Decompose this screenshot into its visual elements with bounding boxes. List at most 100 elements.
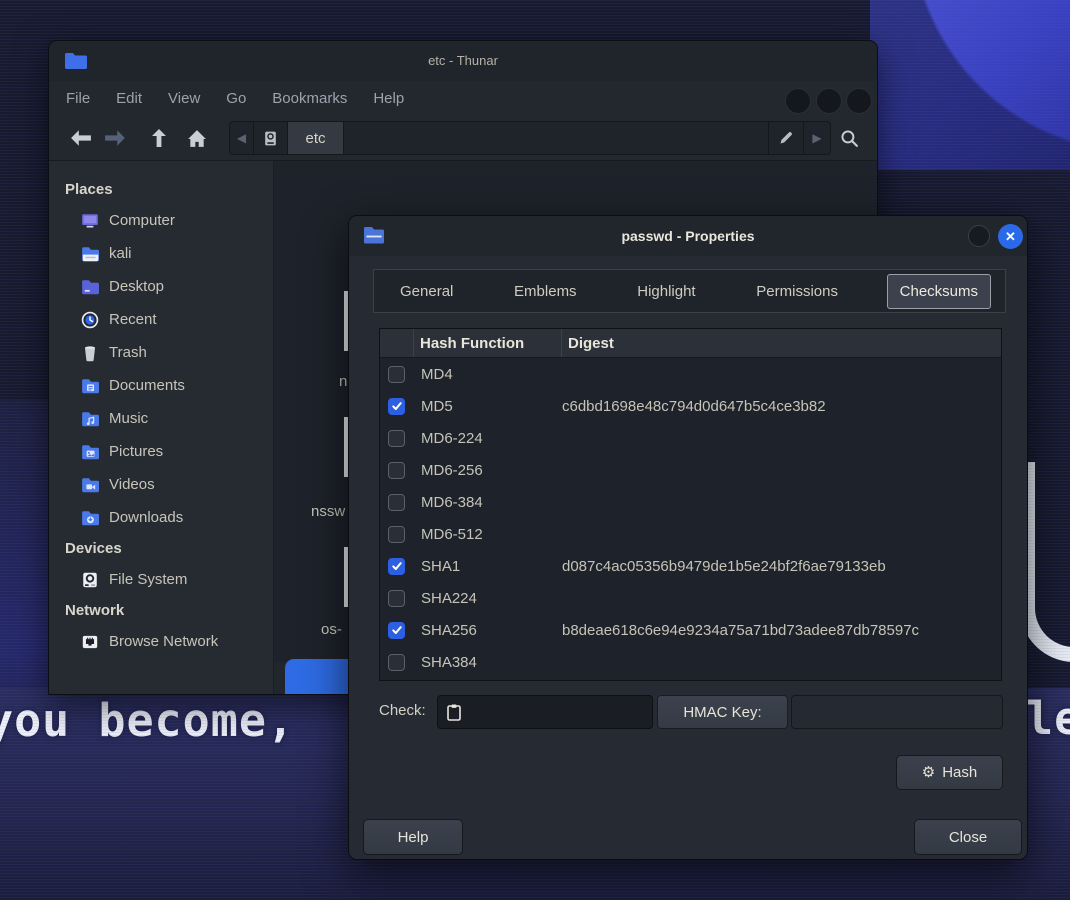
- window-button-maximize[interactable]: [816, 88, 842, 114]
- sidebar-item-label: Computer: [109, 212, 175, 229]
- checkbox-md4[interactable]: [388, 366, 405, 383]
- sidebar-item-label: Desktop: [109, 278, 164, 295]
- hash-button[interactable]: ⚙ Hash: [896, 755, 1003, 790]
- sidebar-item-documents[interactable]: Documents: [49, 369, 273, 402]
- menu-bookmarks[interactable]: Bookmarks: [272, 90, 347, 107]
- hash-row-sha384[interactable]: SHA384: [380, 646, 1001, 678]
- menu-file[interactable]: File: [66, 90, 90, 107]
- sidebar-item-computer[interactable]: Computer: [49, 204, 273, 237]
- hash-row-sha1[interactable]: SHA1d087c4ac05356b9479de1b5e24bf2f6ae791…: [380, 550, 1001, 582]
- pencil-icon[interactable]: [768, 122, 804, 154]
- sidebar-item-file-system[interactable]: File System: [49, 563, 273, 596]
- checkbox-md5[interactable]: [388, 398, 405, 415]
- sidebar-item-desktop[interactable]: Desktop: [49, 270, 273, 303]
- hash-name: MD4: [414, 366, 562, 383]
- folder-music-icon: [81, 410, 99, 428]
- menu-view[interactable]: View: [168, 90, 200, 107]
- hash-row-md4[interactable]: MD4: [380, 358, 1001, 390]
- drive-icon[interactable]: [254, 122, 288, 154]
- hash-name: MD6-512: [414, 526, 562, 543]
- header-digest: Digest: [562, 329, 1001, 357]
- menu-go[interactable]: Go: [226, 90, 246, 107]
- file-label: n: [339, 373, 347, 390]
- hash-row-sha256[interactable]: SHA256b8deae618c6e94e9234a75a71bd73adee8…: [380, 614, 1001, 646]
- checkbox-sha1[interactable]: [388, 558, 405, 575]
- header-hash-function: Hash Function: [414, 329, 562, 357]
- dialog-titlebar[interactable]: passwd - Properties ✕: [349, 216, 1027, 256]
- sidebar-item-recent[interactable]: Recent: [49, 303, 273, 336]
- tab-checksums[interactable]: Checksums: [887, 274, 991, 309]
- hmac-key-button[interactable]: HMAC Key:: [657, 695, 788, 729]
- dialog-title: passwd - Properties: [349, 228, 1027, 244]
- folder-home-icon: [81, 245, 99, 263]
- forward-button[interactable]: [101, 124, 129, 152]
- tab-permissions[interactable]: Permissions: [744, 275, 850, 308]
- tab-general[interactable]: General: [388, 275, 465, 308]
- window-button-close[interactable]: [846, 88, 872, 114]
- path-segment-etc[interactable]: etc: [288, 122, 344, 154]
- checkbox-sha384[interactable]: [388, 654, 405, 671]
- hash-row-sha224[interactable]: SHA224: [380, 582, 1001, 614]
- up-button[interactable]: [145, 124, 173, 152]
- back-button[interactable]: [67, 124, 95, 152]
- hmac-key-input-wrap[interactable]: [791, 695, 1003, 729]
- menu-help[interactable]: Help: [373, 90, 404, 107]
- sidebar-item-label: Documents: [109, 377, 185, 394]
- help-button[interactable]: Help: [363, 819, 463, 855]
- menu-edit[interactable]: Edit: [116, 90, 142, 107]
- file-label: os-: [321, 621, 342, 638]
- hash-row-md6-512[interactable]: MD6-512: [380, 518, 1001, 550]
- check-input-wrap[interactable]: [437, 695, 653, 729]
- sidebar-item-videos[interactable]: Videos: [49, 468, 273, 501]
- checksum-table: Hash Function Digest MD4 MD5c6dbd1698e48c…: [379, 328, 1002, 681]
- checkbox-sha224[interactable]: [388, 590, 405, 607]
- sidebar-item-label: Browse Network: [109, 633, 218, 650]
- sidebar-item-label: Recent: [109, 311, 157, 328]
- hash-row-md6-224[interactable]: MD6-224: [380, 422, 1001, 454]
- hash-row-md6-256[interactable]: MD6-256: [380, 454, 1001, 486]
- home-button[interactable]: [183, 124, 211, 152]
- header-checkbox-column: [380, 329, 414, 357]
- hash-name: SHA224: [414, 590, 562, 607]
- window-button-minimize[interactable]: [785, 88, 811, 114]
- wallpaper-blue-corner: [870, 0, 1070, 170]
- sidebar-item-kali[interactable]: kali: [49, 237, 273, 270]
- sidebar: PlacesComputerkaliDesktopRecentTrashDocu…: [49, 161, 274, 694]
- path-chevron-right-icon[interactable]: ▶: [804, 122, 830, 154]
- dialog-close-icon[interactable]: ✕: [998, 224, 1023, 249]
- checkbox-sha256[interactable]: [388, 622, 405, 639]
- thunar-titlebar[interactable]: etc - Thunar: [49, 41, 877, 81]
- search-icon[interactable]: [835, 124, 863, 152]
- folder-desktop-icon: [81, 278, 99, 296]
- path-chevron-left-icon[interactable]: ◀: [230, 122, 254, 154]
- close-button[interactable]: Close: [914, 819, 1022, 855]
- hash-row-md5[interactable]: MD5c6dbd1698e48c794d0d647b5c4ce3b82: [380, 390, 1001, 422]
- table-header: Hash Function Digest: [380, 329, 1001, 358]
- sidebar-item-browse-network[interactable]: Browse Network: [49, 625, 273, 658]
- trash-icon: [81, 344, 99, 362]
- sidebar-header-network: Network: [49, 596, 273, 625]
- desktop: you become, le etc - Thunar FileEditView…: [0, 0, 1070, 900]
- folder-downloads-icon: [81, 509, 99, 527]
- check-input[interactable]: [469, 704, 629, 720]
- dialog-button-blank[interactable]: [968, 225, 990, 247]
- sidebar-item-trash[interactable]: Trash: [49, 336, 273, 369]
- path-bar[interactable]: ◀ etc ▶: [229, 121, 831, 155]
- path-empty-area[interactable]: [344, 122, 768, 154]
- sidebar-header-devices: Devices: [49, 534, 273, 563]
- checkbox-md6-384[interactable]: [388, 494, 405, 511]
- tab-highlight[interactable]: Highlight: [625, 275, 707, 308]
- filesystem-icon: [81, 571, 99, 589]
- sidebar-item-pictures[interactable]: Pictures: [49, 435, 273, 468]
- checkbox-md6-256[interactable]: [388, 462, 405, 479]
- checkbox-md6-224[interactable]: [388, 430, 405, 447]
- tab-emblems[interactable]: Emblems: [502, 275, 589, 308]
- sidebar-item-downloads[interactable]: Downloads: [49, 501, 273, 534]
- sidebar-item-label: Trash: [109, 344, 147, 361]
- hash-row-md6-384[interactable]: MD6-384: [380, 486, 1001, 518]
- checkbox-md6-512[interactable]: [388, 526, 405, 543]
- hash-name: MD6-224: [414, 430, 562, 447]
- sidebar-item-music[interactable]: Music: [49, 402, 273, 435]
- sidebar-item-label: File System: [109, 571, 187, 588]
- hmac-key-input[interactable]: [792, 696, 1002, 728]
